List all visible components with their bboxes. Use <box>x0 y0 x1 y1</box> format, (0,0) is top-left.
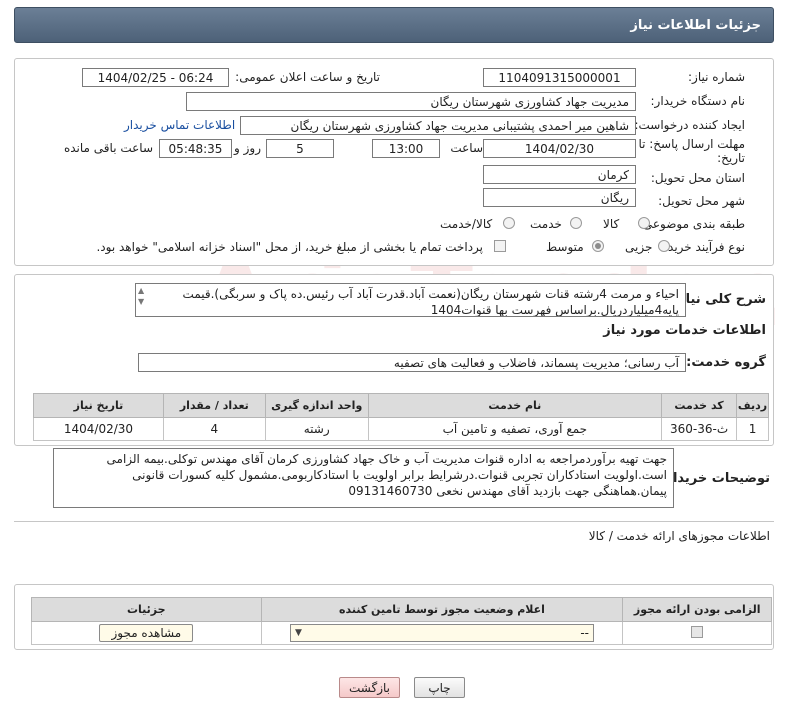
buyer-contact-link[interactable]: اطلاعات تماس خریدار <box>124 118 235 132</box>
service-group-label: گروه خدمت: <box>686 355 766 370</box>
province-field: کرمان <box>483 165 636 184</box>
category-option-goods: کالا <box>603 217 620 231</box>
chevron-down-icon: ▼ <box>294 628 302 638</box>
permit-required-checkbox <box>691 625 704 638</box>
treasury-checkbox[interactable] <box>494 240 506 252</box>
summary-textarea: احیاء و مرمت 4رشته قنات شهرستان ریگان(نع… <box>135 283 686 317</box>
services-table: ردیف کد خدمت نام خدمت واحد اندازه گیری ت… <box>33 393 769 441</box>
province-label: استان محل تحویل: <box>650 171 745 185</box>
services-table-header: ردیف کد خدمت نام خدمت واحد اندازه گیری ت… <box>33 393 769 418</box>
summary-text: احیاء و مرمت 4رشته قنات شهرستان ریگان(نع… <box>182 287 679 317</box>
announce-label: تاریخ و ساعت اعلان عمومی: <box>235 70 380 84</box>
deadline-date-label: تاریخ: <box>717 151 745 165</box>
scroll-down-icon[interactable]: ▼ <box>138 297 144 306</box>
purchase-radio-minor[interactable] <box>658 240 670 252</box>
permits-section-title: اطلاعات مجوزهای ارائه خدمت / کالا <box>588 529 770 543</box>
permits-table: الزامی بودن ارائه مجوز اعلام وضعیت مجوز … <box>31 597 772 645</box>
col-service-name: نام خدمت <box>367 393 663 418</box>
cell-permit-status: -- ▼ <box>260 621 624 645</box>
need-number-field: 1104091315000001 <box>483 68 636 87</box>
buyer-notes-label: توضیحات خریدار: <box>660 471 770 486</box>
cell-service-code: ث-36-360 <box>661 417 738 441</box>
col-service-code: کد خدمت <box>661 393 738 418</box>
info-panel <box>14 58 774 266</box>
cell-quantity: 4 <box>162 417 266 441</box>
permit-status-value: -- <box>580 626 589 640</box>
deadline-time-field: 13:00 <box>372 139 440 158</box>
col-permit-required: الزامی بودن ارائه مجوز <box>622 597 772 622</box>
purchase-radio-medium[interactable] <box>592 240 604 252</box>
cell-service-name: جمع آوری، تصفیه و تامین آب <box>367 417 663 441</box>
category-radio-service[interactable] <box>570 217 582 229</box>
creator-label: ایجاد کننده درخواست: <box>634 118 745 132</box>
payment-note: پرداخت تمام یا بخشی از مبلغ خرید، از محل… <box>96 240 483 254</box>
buyer-notes-textarea: جهت تهیه برآوردمراجعه به اداره قنوات مدی… <box>53 448 674 508</box>
col-need-date: تاریخ نیاز <box>33 393 164 418</box>
category-radio-goods[interactable] <box>638 217 650 229</box>
col-permit-status: اعلام وضعیت مجوز توسط تامین کننده <box>260 597 624 622</box>
col-unit: واحد اندازه گیری <box>264 393 369 418</box>
print-button[interactable]: چاپ <box>414 677 465 698</box>
page-title: جزئیات اطلاعات نیاز <box>630 17 761 33</box>
col-permit-details: جزئیات <box>31 597 262 622</box>
deadline-time-label: ساعت <box>450 141 483 155</box>
days-field: 5 <box>266 139 334 158</box>
scroll-up-icon[interactable]: ▲ <box>138 286 144 295</box>
page-title-bar: جزئیات اطلاعات نیاز <box>14 7 774 43</box>
remaining-time-field: 05:48:35 <box>159 139 232 158</box>
category-option-service: خدمت <box>530 217 562 231</box>
purchase-type-label: نوع فرآیند خرید : <box>660 240 745 254</box>
table-row: -- ▼ مشاهده مجوز <box>31 621 772 645</box>
need-number-label: شماره نیاز: <box>688 70 745 84</box>
cell-row: 1 <box>736 417 769 441</box>
cell-unit: رشته <box>264 417 369 441</box>
divider <box>14 521 774 522</box>
service-group-field: آب رسانی؛ مدیریت پسماند، فاضلاب و فعالیت… <box>138 353 686 372</box>
col-quantity: تعداد / مقدار <box>162 393 266 418</box>
services-section-title: اطلاعات خدمات مورد نیاز <box>603 323 766 338</box>
permits-table-header: الزامی بودن ارائه مجوز اعلام وضعیت مجوز … <box>31 597 772 622</box>
permit-status-select[interactable]: -- ▼ <box>289 624 594 642</box>
announce-field: 1404/02/25 - 06:24 <box>82 68 229 87</box>
col-row: ردیف <box>736 393 769 418</box>
purchase-option-minor: جزیی <box>625 240 653 254</box>
city-label: شهر محل تحویل: <box>658 194 745 208</box>
cell-permit-required <box>622 621 772 645</box>
buyer-org-label: نام دستگاه خریدار: <box>650 94 746 108</box>
view-permit-button[interactable]: مشاهده مجوز <box>99 624 194 642</box>
deadline-date-field: 1404/02/30 <box>483 139 636 158</box>
days-label: روز و <box>234 141 261 155</box>
back-button[interactable]: بازگشت <box>339 677 400 698</box>
city-field: ریگان <box>483 188 636 207</box>
cell-permit-details: مشاهده مجوز <box>31 621 262 645</box>
table-row: 1 ث-36-360 جمع آوری، تصفیه و تامین آب رش… <box>33 417 769 441</box>
category-radio-goods-service[interactable] <box>503 217 515 229</box>
remaining-time-label: ساعت باقی مانده <box>63 141 153 155</box>
creator-field: شاهین میر احمدی پشتیبانی مدیریت جهاد کشا… <box>240 116 636 135</box>
category-label: طبقه بندی موضوعی: <box>638 217 745 231</box>
buyer-notes-text: جهت تهیه برآوردمراجعه به اداره قنوات مدی… <box>106 452 667 498</box>
category-option-goods-service: کالا/خدمت <box>440 217 493 231</box>
summary-label: شرح کلی نیاز: <box>672 292 766 307</box>
buyer-org-field: مدیریت جهاد کشاورزی شهرستان ریگان <box>186 92 636 111</box>
cell-need-date: 1404/02/30 <box>33 417 164 441</box>
deadline-label: مهلت ارسال پاسخ: تا <box>638 137 745 151</box>
purchase-option-medium: متوسط <box>546 240 584 254</box>
